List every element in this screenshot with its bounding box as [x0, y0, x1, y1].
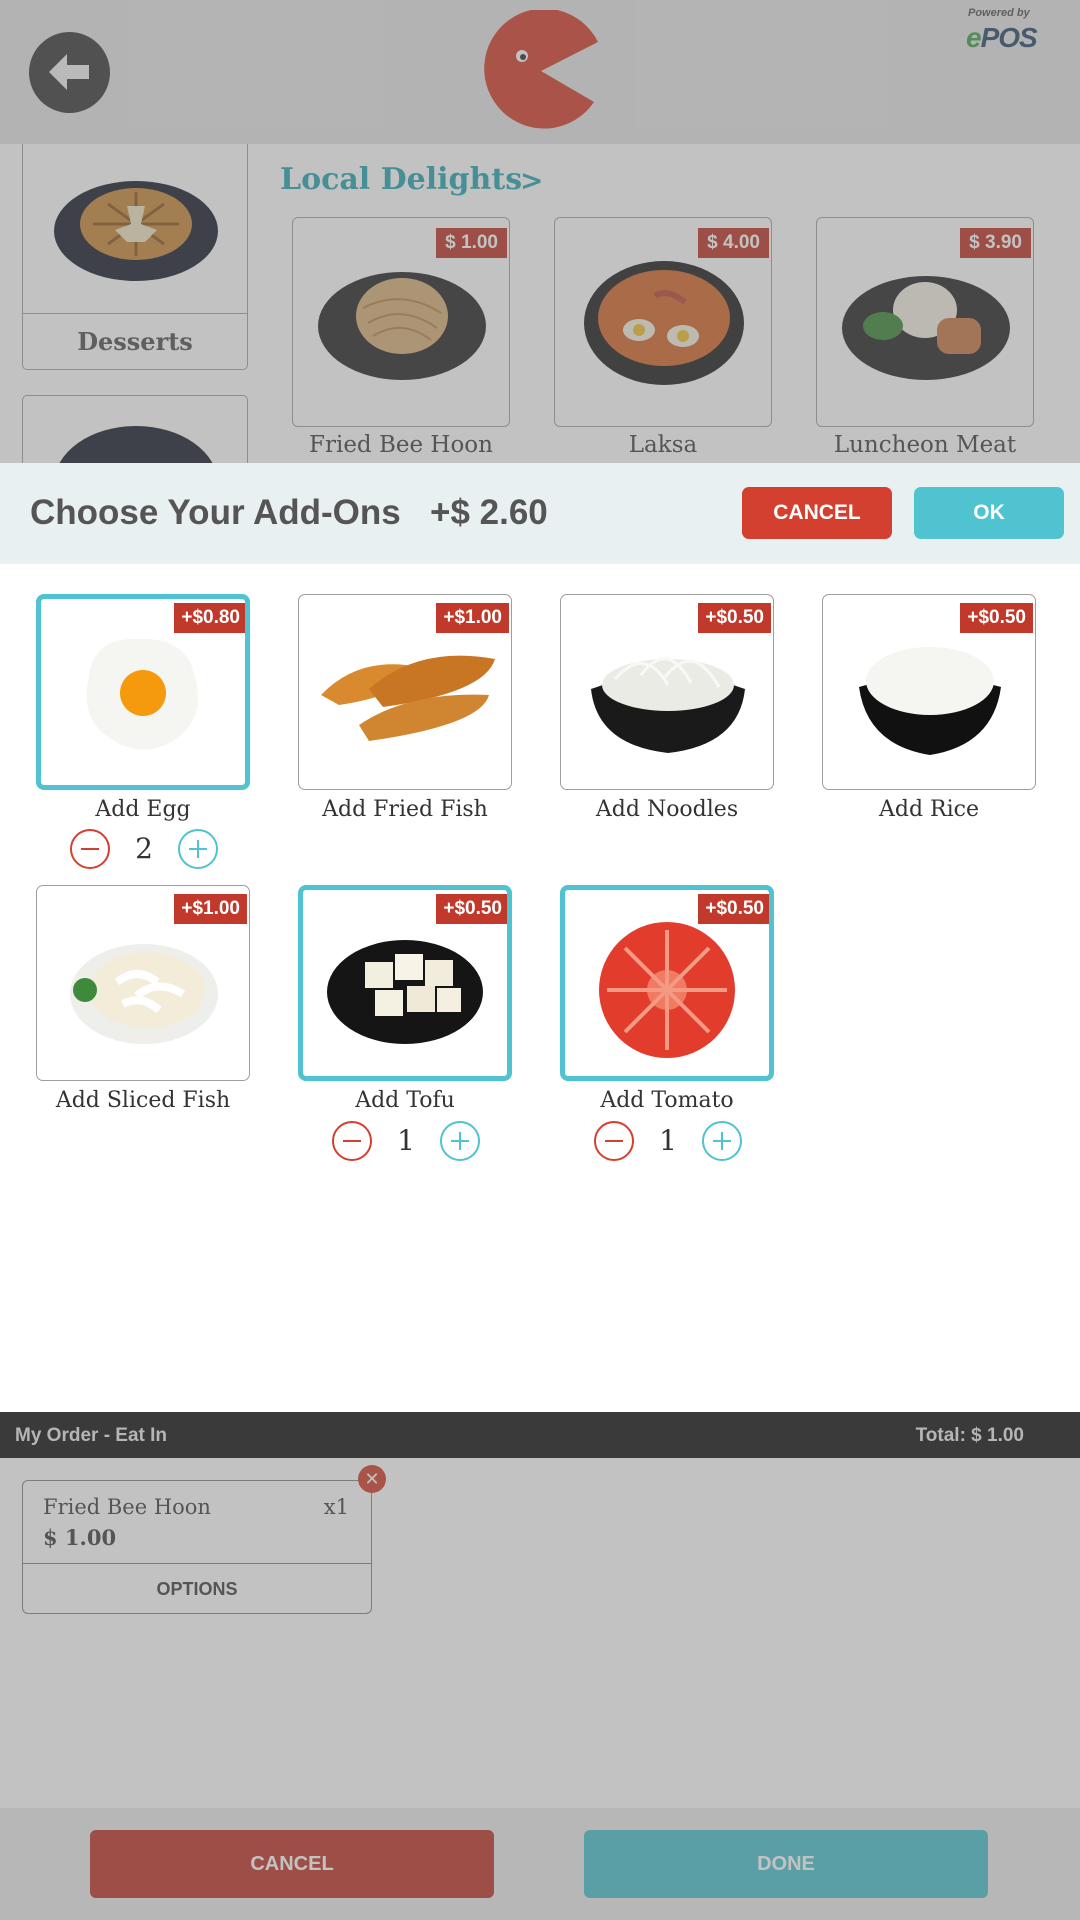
addon-name: Add Fried Fish — [322, 797, 488, 822]
modal-title: Choose Your Add-Ons — [30, 493, 401, 532]
minus-icon[interactable] — [332, 1121, 372, 1161]
modal-ok-button[interactable]: OK — [914, 487, 1064, 539]
addon-fried-fish[interactable]: +$1.00 — [298, 594, 512, 790]
modal-overlay-bottom[interactable] — [0, 1412, 1080, 1920]
quantity-value: 2 — [135, 832, 153, 865]
modal-cancel-button[interactable]: CANCEL — [742, 487, 892, 539]
addon-name: Add Noodles — [595, 797, 739, 822]
quantity-stepper: 1 — [560, 1120, 774, 1162]
addon-tofu[interactable]: +$0.50 — [298, 885, 512, 1081]
plus-icon[interactable] — [178, 829, 218, 869]
quantity-value: 1 — [659, 1124, 677, 1157]
modal-total: +$ 2.60 — [430, 493, 548, 532]
plus-icon[interactable] — [440, 1121, 480, 1161]
addon-price-tag: +$0.80 — [174, 603, 245, 633]
addon-name: Add Tofu — [355, 1088, 455, 1113]
addon-name: Add Sliced Fish — [55, 1088, 231, 1113]
addon-rice[interactable]: +$0.50 — [822, 594, 1036, 790]
modal-overlay[interactable] — [0, 0, 1080, 463]
addons-modal-header: Choose Your Add-Ons +$ 2.60 CANCEL OK — [0, 463, 1080, 564]
plus-icon[interactable] — [702, 1121, 742, 1161]
addon-price-tag: +$1.00 — [174, 894, 247, 924]
addon-price-tag: +$0.50 — [698, 603, 771, 633]
addon-name: Add Egg — [95, 797, 191, 822]
addon-egg[interactable]: +$0.80 — [36, 594, 250, 790]
quantity-stepper: 1 — [298, 1120, 512, 1162]
addon-name: Add Tomato — [600, 1088, 734, 1113]
addon-tomato[interactable]: +$0.50 — [560, 885, 774, 1081]
minus-icon[interactable] — [594, 1121, 634, 1161]
quantity-value: 1 — [397, 1124, 415, 1157]
addon-noodles[interactable]: +$0.50 — [560, 594, 774, 790]
minus-icon[interactable] — [70, 829, 110, 869]
addon-sliced-fish[interactable]: +$1.00 — [36, 885, 250, 1081]
addon-name: Add Rice — [879, 797, 979, 822]
quantity-stepper: 2 — [36, 828, 250, 870]
addon-price-tag: +$0.50 — [960, 603, 1033, 633]
addon-price-tag: +$0.50 — [698, 894, 769, 924]
addon-price-tag: +$0.50 — [436, 894, 507, 924]
addon-price-tag: +$1.00 — [436, 603, 509, 633]
